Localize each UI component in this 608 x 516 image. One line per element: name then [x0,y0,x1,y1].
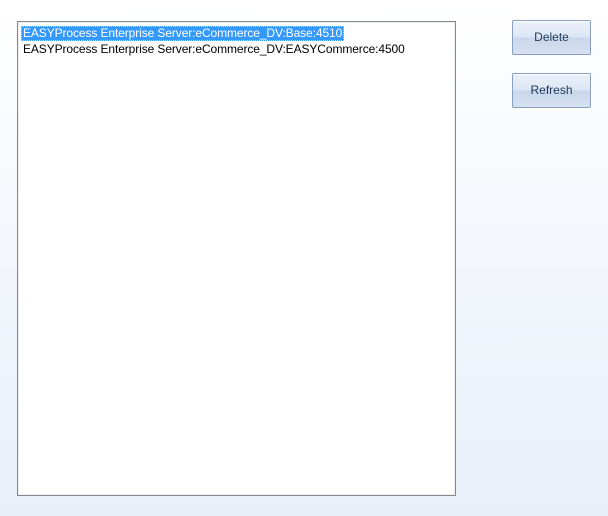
server-list-item-base[interactable]: EASYProcess Enterprise Server:eCommerce_… [21,26,345,41]
server-list[interactable]: EASYProcess Enterprise Server:eCommerce_… [17,21,456,496]
delete-button[interactable]: Delete [512,20,591,55]
server-list-item-easycommerce[interactable]: EASYProcess Enterprise Server:eCommerce_… [21,42,407,57]
refresh-button[interactable]: Refresh [512,73,591,108]
